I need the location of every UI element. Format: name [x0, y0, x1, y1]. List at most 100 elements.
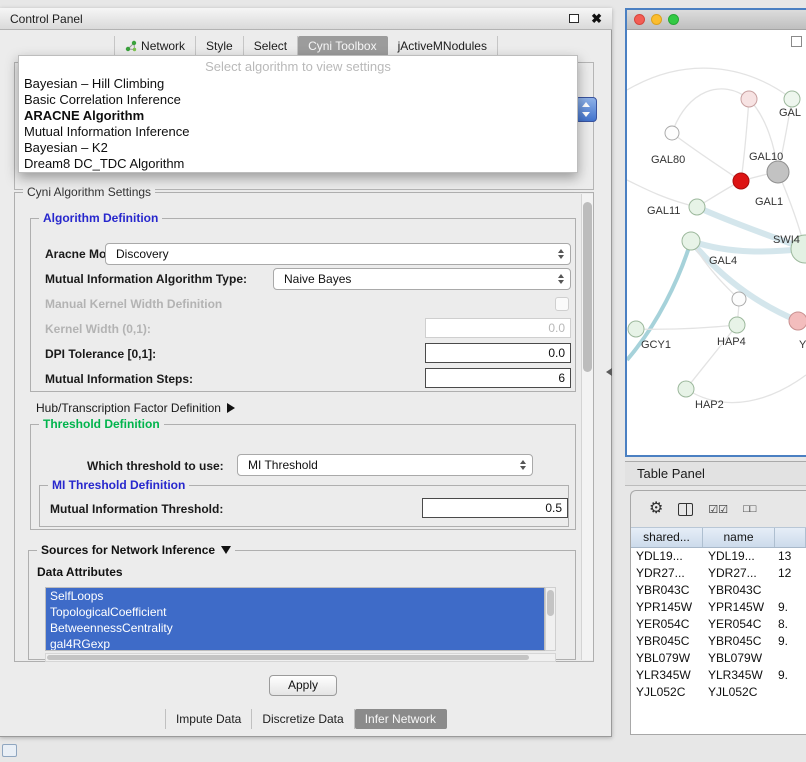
network-node-label: Y: [799, 339, 806, 351]
network-node[interactable]: [789, 312, 806, 330]
table-cell: YDL19...: [703, 548, 775, 565]
table-header-row[interactable]: shared...name: [631, 527, 806, 548]
table-cell: YBR045C: [703, 633, 775, 650]
network-node[interactable]: [665, 126, 679, 140]
sources-group-title: Sources for Network Inference: [41, 543, 215, 557]
mi-threshold-label: Mutual Information Threshold:: [50, 499, 223, 519]
dropdown-option-aracne-algorithm[interactable]: ARACNE Algorithm: [19, 108, 577, 124]
attributes-hscrollbar[interactable]: [45, 653, 556, 662]
deselect-all-icon[interactable]: □□: [743, 503, 756, 515]
network-node-label: GAL4: [709, 255, 737, 267]
settings-scrollbar[interactable]: [581, 194, 593, 660]
table-row[interactable]: YBR045CYBR045C9.: [631, 633, 806, 650]
network-graph[interactable]: GALGAL80GAL10GAL11GAL1SWI4GAL4GCY1HAP4YH…: [627, 30, 806, 454]
which-threshold-select[interactable]: MI Threshold: [237, 454, 533, 476]
network-canvas[interactable]: GALGAL80GAL10GAL11GAL1SWI4GAL4GCY1HAP4YH…: [627, 30, 806, 454]
mi-steps-input[interactable]: [425, 368, 571, 388]
bottom-tab-infer-network[interactable]: Infer Network: [355, 709, 447, 729]
table-cell: 12: [775, 565, 806, 582]
network-node[interactable]: [732, 292, 746, 306]
dpi-tolerance-input[interactable]: [425, 343, 571, 363]
attributes-hscrollbar-thumb[interactable]: [47, 655, 529, 660]
attributes-vscrollbar-thumb[interactable]: [547, 590, 554, 616]
which-threshold-label: Which threshold to use:: [87, 456, 224, 476]
splitter-collapse-icon[interactable]: [606, 368, 612, 376]
bottom-tab-discretize-data[interactable]: Discretize Data: [252, 709, 354, 729]
attribute-item-topologicalcoefficient[interactable]: TopologicalCoefficient: [46, 604, 544, 620]
tab-style[interactable]: Style: [196, 36, 244, 56]
table-cell: YJL052C: [631, 684, 703, 701]
network-node[interactable]: [729, 317, 745, 333]
table-cell: YLR345W: [703, 667, 775, 684]
algorithm-combobox-button[interactable]: [575, 97, 597, 122]
minimized-panel-icon[interactable]: [2, 744, 17, 757]
table-cell: YPR145W: [703, 599, 775, 616]
gear-icon[interactable]: ⚙: [649, 501, 663, 517]
dropdown-option-bayesian-hill-climbing[interactable]: Bayesian – Hill Climbing: [19, 76, 577, 92]
mi-threshold-input[interactable]: [422, 498, 568, 518]
mi-type-select[interactable]: Naive Bayes: [273, 268, 571, 290]
data-attributes-list[interactable]: SelfLoopsTopologicalCoefficientBetweenne…: [45, 587, 545, 651]
manual-kernel-checkbox[interactable]: [555, 297, 569, 311]
tab-network[interactable]: Network: [114, 36, 196, 56]
tab-jactivemnodules[interactable]: jActiveMNodules: [388, 36, 498, 56]
kernel-width-input[interactable]: [425, 318, 571, 338]
columns-icon[interactable]: [678, 503, 693, 516]
attributes-vscrollbar[interactable]: [545, 587, 556, 651]
network-node[interactable]: [628, 321, 644, 337]
table-row[interactable]: YER054CYER054C8.: [631, 616, 806, 633]
settings-group-title: Cyni Algorithm Settings: [23, 185, 155, 199]
close-icon[interactable]: ✖: [591, 12, 602, 25]
spinner-arrows-icon: [520, 460, 526, 470]
network-node-label: GCY1: [641, 339, 671, 351]
table-row[interactable]: YDL19...YDL19...13: [631, 548, 806, 565]
table-row[interactable]: YDR27...YDR27...12: [631, 565, 806, 582]
select-all-icon[interactable]: ☑☑: [708, 503, 728, 516]
network-node[interactable]: [689, 199, 705, 215]
table-row[interactable]: YBR043CYBR043C: [631, 582, 806, 599]
table-cell: YBR045C: [631, 633, 703, 650]
network-node[interactable]: [784, 91, 800, 107]
bottom-tab-impute-data[interactable]: Impute Data: [165, 709, 252, 729]
table-row[interactable]: YPR145WYPR145W9.: [631, 599, 806, 616]
table-cell: YDR27...: [703, 565, 775, 582]
table-column-header[interactable]: shared...: [631, 528, 703, 547]
settings-scrollbar-thumb[interactable]: [583, 202, 592, 372]
network-node[interactable]: [741, 91, 757, 107]
table-row[interactable]: YBL079WYBL079W: [631, 650, 806, 667]
mi-type-label: Mutual Information Algorithm Type:: [45, 269, 247, 289]
which-threshold-value: MI Threshold: [248, 458, 318, 472]
aracne-mode-select[interactable]: Discovery: [105, 243, 571, 265]
minimize-traffic-light-icon[interactable]: [651, 14, 662, 25]
table-cell: YLR345W: [631, 667, 703, 684]
tab-select[interactable]: Select: [244, 36, 298, 56]
float-window-icon[interactable]: [569, 14, 579, 23]
tab-label: jActiveMNodules: [398, 40, 487, 52]
dropdown-option-basic-correlation-inference[interactable]: Basic Correlation Inference: [19, 92, 577, 108]
threshold-definition-title: Threshold Definition: [39, 417, 164, 431]
dropdown-option-dream8-dc-tdc-algorithm[interactable]: Dream8 DC_TDC Algorithm: [19, 156, 577, 172]
hub-definition-toggle[interactable]: Hub/Transcription Factor Definition: [36, 400, 235, 416]
attribute-item-gal4rgexp[interactable]: gal4RGexp: [46, 636, 544, 651]
network-node[interactable]: [678, 381, 694, 397]
zoom-traffic-light-icon[interactable]: [668, 14, 679, 25]
table-cell: 9.: [775, 599, 806, 616]
dropdown-option-mutual-information-inference[interactable]: Mutual Information Inference: [19, 124, 577, 140]
table-row[interactable]: YLR345WYLR345W9.: [631, 667, 806, 684]
spinner-arrows-icon: [558, 249, 564, 259]
table-cell: YBR043C: [703, 582, 775, 599]
network-node[interactable]: [682, 232, 700, 250]
close-traffic-light-icon[interactable]: [634, 14, 645, 25]
table-column-header[interactable]: [775, 528, 806, 547]
table-row[interactable]: YJL052CYJL052C: [631, 684, 806, 701]
table-column-header[interactable]: name: [703, 528, 775, 547]
tab-cyni-toolbox[interactable]: Cyni Toolbox: [298, 36, 387, 56]
attribute-item-selfloops[interactable]: SelfLoops: [46, 588, 544, 604]
attribute-item-betweennesscentrality[interactable]: BetweennessCentrality: [46, 620, 544, 636]
network-node[interactable]: [733, 173, 749, 189]
network-node[interactable]: [767, 161, 789, 183]
apply-button[interactable]: Apply: [269, 675, 337, 696]
birdseye-box[interactable]: [791, 36, 802, 47]
dropdown-option-bayesian-k2[interactable]: Bayesian – K2: [19, 140, 577, 156]
sources-group-title-wrap[interactable]: Sources for Network Inference: [37, 543, 235, 557]
